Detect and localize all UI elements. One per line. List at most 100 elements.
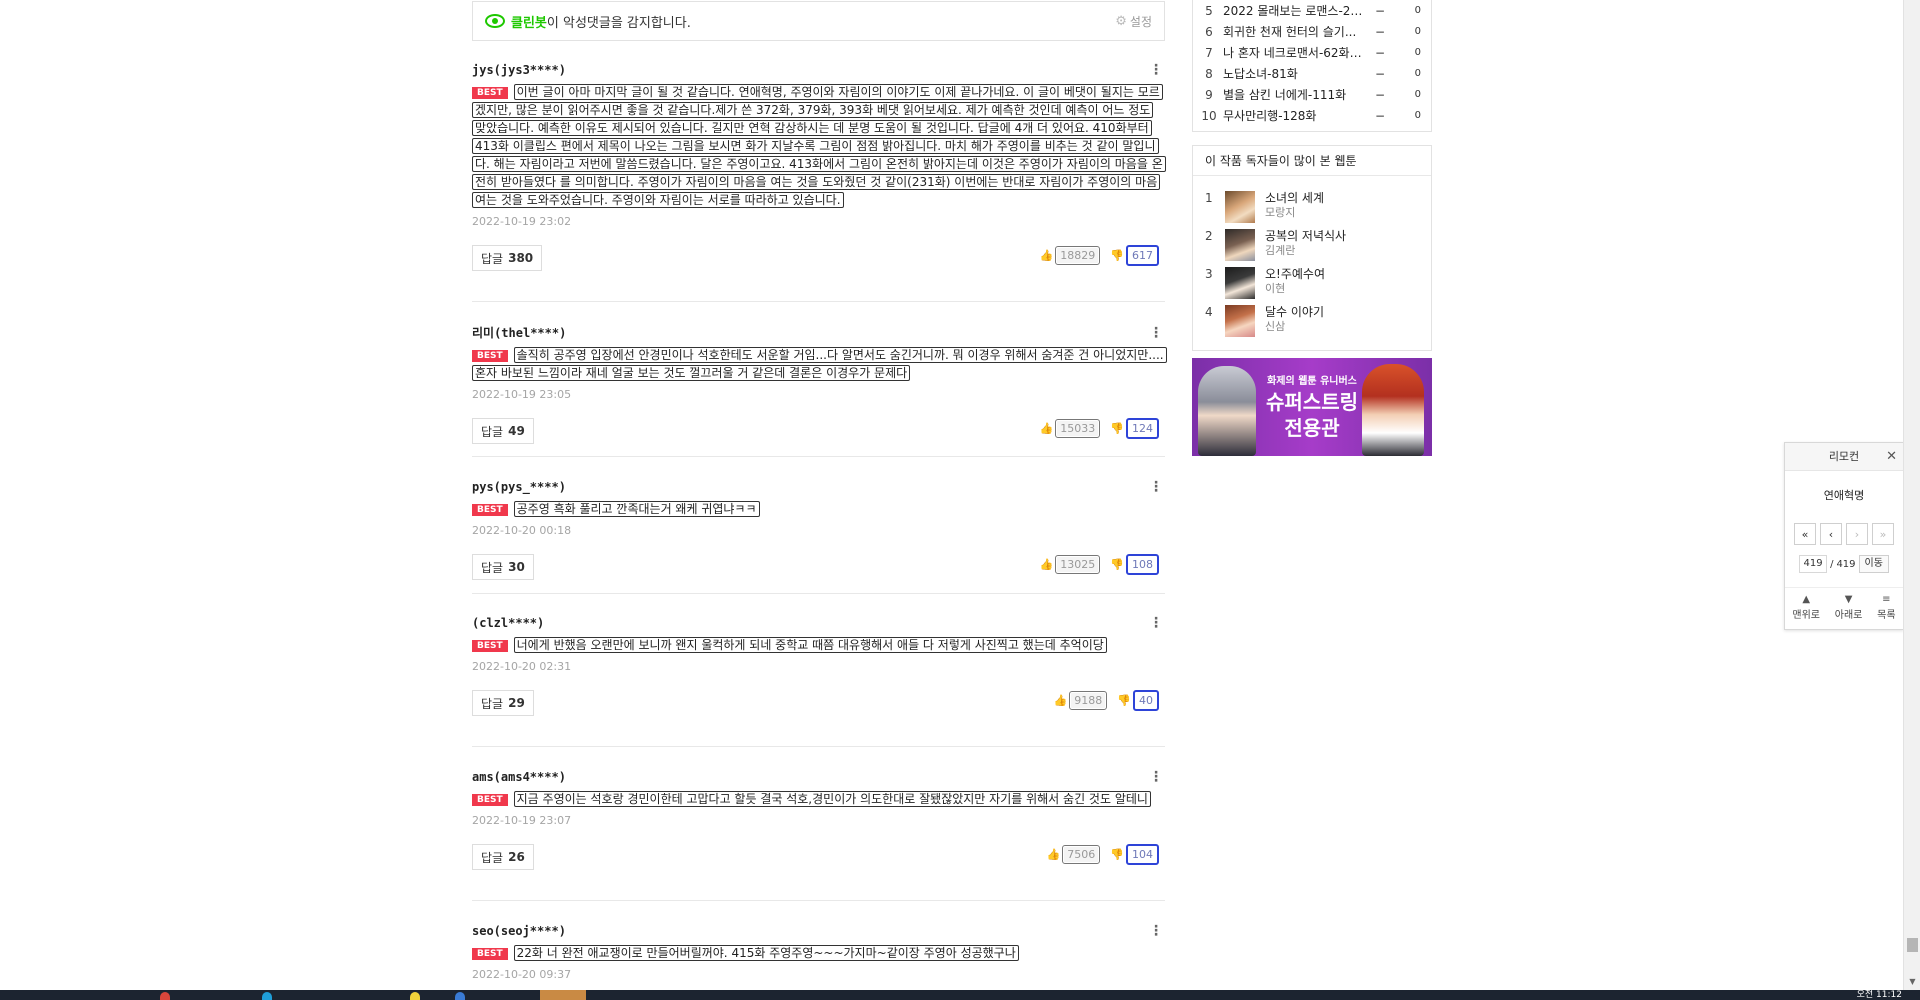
comment-item: pys(pys_****) ⋮ BEST 공주영 흑화 풀리고 깐족대는거 왜케 …: [472, 479, 1165, 594]
like-button[interactable]: 👍 18829: [1040, 245, 1101, 266]
taskbar-app-icon[interactable]: [410, 992, 420, 1000]
dislike-button[interactable]: 👎 124: [1110, 418, 1159, 439]
taskbar-app-icon[interactable]: [262, 992, 272, 1000]
next-page-icon[interactable]: ›: [1846, 523, 1868, 545]
scroll-top-button[interactable]: ▲ 맨위로: [1792, 594, 1820, 621]
recommendation-item[interactable]: 2 공복의 저녁식사 김계란: [1205, 229, 1346, 261]
scroll-down-button[interactable]: ▼ 아래로: [1835, 594, 1863, 621]
page-scrollbar[interactable]: ▼: [1903, 0, 1920, 990]
dislike-button[interactable]: 👎 40: [1117, 690, 1159, 711]
comment-date: 2022-10-20 09:37: [472, 968, 572, 981]
comment-date: 2022-10-19 23:05: [472, 388, 572, 401]
comment-date: 2022-10-19 23:07: [472, 814, 572, 827]
ranking-item[interactable]: 9 별을 삼킨 너에게-111화 − 0: [1201, 84, 1423, 105]
promo-banner[interactable]: 화제의 웹툰 유니버스 슈퍼스트링 전용관: [1192, 358, 1432, 456]
webtoon-title[interactable]: 소녀의 세계: [1265, 191, 1324, 206]
like-button[interactable]: 👍 7506: [1047, 844, 1101, 865]
ranking-item[interactable]: 5 2022 몰래보는 로맨스-21... − 0: [1201, 0, 1423, 21]
dislike-count: 108: [1126, 554, 1159, 575]
close-icon[interactable]: ✕: [1886, 443, 1897, 471]
best-badge: BEST: [472, 640, 508, 652]
rank-title: 2022 몰래보는 로맨스-21...: [1223, 4, 1365, 18]
ranking-item[interactable]: 7 나 혼자 네크로맨서-62화 :... − 0: [1201, 42, 1423, 63]
webtoon-title[interactable]: 공복의 저녁식사: [1265, 229, 1346, 244]
like-count: 7506: [1062, 845, 1101, 864]
webtoon-thumbnail[interactable]: [1225, 191, 1255, 223]
taskbar-active-app[interactable]: [540, 990, 586, 1000]
reply-button[interactable]: 답글 29: [472, 690, 534, 716]
rank-number: 5: [1205, 3, 1213, 18]
comment-text: 지금 주영이는 석호랑 경민이한테 고맙다고 할듯 결국 석호,경민이가 의도한…: [513, 791, 1151, 807]
reply-button[interactable]: 답글 49: [472, 418, 534, 444]
ranking-item[interactable]: 8 노답소녀-81화 − 0: [1201, 63, 1423, 84]
more-options-icon[interactable]: ⋮: [1149, 479, 1163, 495]
thumbs-down-icon: 👎: [1110, 249, 1124, 262]
comment-text: 솔직히 공주영 입장에선 안경민이나 석호한테도 서운할 거임...다 알면서도…: [472, 347, 1167, 381]
thumbs-down-icon: 👎: [1110, 558, 1124, 571]
taskbar-app-icon[interactable]: [160, 992, 170, 1000]
dislike-button[interactable]: 👎 104: [1110, 844, 1159, 865]
vote-group: 👍 15033 👎 124: [1040, 418, 1159, 439]
banner-tagline: 화제의 웹툰 유니버스: [1267, 376, 1357, 387]
reply-button[interactable]: 답글 26: [472, 844, 534, 870]
like-button[interactable]: 👍 13025: [1040, 554, 1101, 575]
thumbs-up-icon: 👍: [1053, 694, 1068, 707]
last-page-icon[interactable]: »: [1872, 523, 1894, 545]
remote-arrows: « ‹ › »: [1785, 523, 1903, 545]
page-separator: /: [1830, 558, 1834, 570]
reply-count: 380: [508, 251, 534, 265]
recommendation-item[interactable]: 4 달수 이야기 신삼: [1205, 305, 1324, 337]
best-badge: BEST: [472, 87, 508, 99]
dislike-button[interactable]: 👎 108: [1110, 554, 1159, 575]
list-button[interactable]: ≡ 목록: [1877, 594, 1895, 621]
webtoon-thumbnail[interactable]: [1225, 267, 1255, 299]
remote-work-title: 연애혁명: [1823, 489, 1865, 502]
comment-item: (clzl****) ⋮ BEST 너에게 반했음 오랜만에 보니까 왠지 울컥하…: [472, 615, 1165, 747]
like-button[interactable]: 👍 9188: [1054, 690, 1108, 711]
more-options-icon[interactable]: ⋮: [1149, 62, 1163, 78]
reply-button[interactable]: 답글 30: [472, 554, 534, 580]
comment-username: 리미(thel****): [472, 326, 567, 340]
thumbs-up-icon: 👍: [1039, 422, 1054, 435]
cleanbot-settings-button[interactable]: ⚙ 설정: [1115, 13, 1152, 30]
dislike-button[interactable]: 👎 617: [1110, 245, 1159, 266]
prev-page-icon[interactable]: ‹: [1820, 523, 1842, 545]
recommendation-item[interactable]: 1 소녀의 세계 모랑지: [1205, 191, 1324, 223]
rank-trend: −: [1374, 108, 1385, 123]
webtoon-title[interactable]: 달수 이야기: [1265, 305, 1324, 320]
comment-body: BEST 22화 너 완전 애교쟁이로 만들어버릴꺼야. 415화 주영주영~~~…: [472, 944, 1165, 962]
rank-trend: −: [1374, 24, 1385, 39]
webtoon-thumbnail[interactable]: [1225, 229, 1255, 261]
thumbs-down-icon: 👎: [1110, 848, 1124, 861]
more-options-icon[interactable]: ⋮: [1149, 769, 1163, 785]
ranking-item[interactable]: 6 회귀한 천재 헌터의 슬기... − 0: [1201, 21, 1423, 42]
recommendation-item[interactable]: 3 오!주예수여 이현: [1205, 267, 1325, 299]
remote-header: 리모컨 ✕: [1785, 443, 1903, 471]
more-options-icon[interactable]: ⋮: [1149, 923, 1163, 939]
like-button[interactable]: 👍 15033: [1040, 418, 1101, 439]
rank-change: 0: [1414, 5, 1421, 16]
more-options-icon[interactable]: ⋮: [1149, 325, 1163, 341]
webtoon-thumbnail[interactable]: [1225, 305, 1255, 337]
reply-count: 30: [508, 560, 525, 574]
recommendation-meta: 소녀의 세계 모랑지: [1265, 191, 1324, 223]
rank-number: 7: [1205, 45, 1213, 60]
page-input[interactable]: 419: [1799, 555, 1828, 573]
more-options-icon[interactable]: ⋮: [1149, 615, 1163, 631]
rank-title: 별을 삼킨 너에게-111화: [1223, 88, 1347, 102]
best-badge: BEST: [472, 948, 508, 960]
rank-title: 무사만리행-128화: [1223, 109, 1317, 123]
remote-control: 리모컨 ✕ 연애혁명 « ‹ › » 419 / 419 이동 ▲ 맨위로 ▼ 아래…: [1784, 442, 1904, 630]
first-page-icon[interactable]: «: [1794, 523, 1816, 545]
reply-button[interactable]: 답글 380: [472, 245, 543, 271]
comment-footer: 답글 380 👍 18829 👎 617: [472, 245, 1165, 281]
comment-date: 2022-10-20 02:31: [472, 660, 572, 673]
scroll-down-arrow-icon[interactable]: ▼: [1904, 973, 1920, 990]
taskbar-app-icon[interactable]: [455, 992, 465, 1000]
ranking-item[interactable]: 10 무사만리행-128화 − 0: [1201, 105, 1423, 126]
dislike-count: 617: [1126, 245, 1159, 266]
webtoon-title[interactable]: 오!주예수여: [1265, 267, 1325, 282]
scrollbar-thumb[interactable]: [1907, 938, 1918, 952]
go-button[interactable]: 이동: [1858, 555, 1889, 573]
gear-icon: ⚙: [1115, 13, 1127, 29]
